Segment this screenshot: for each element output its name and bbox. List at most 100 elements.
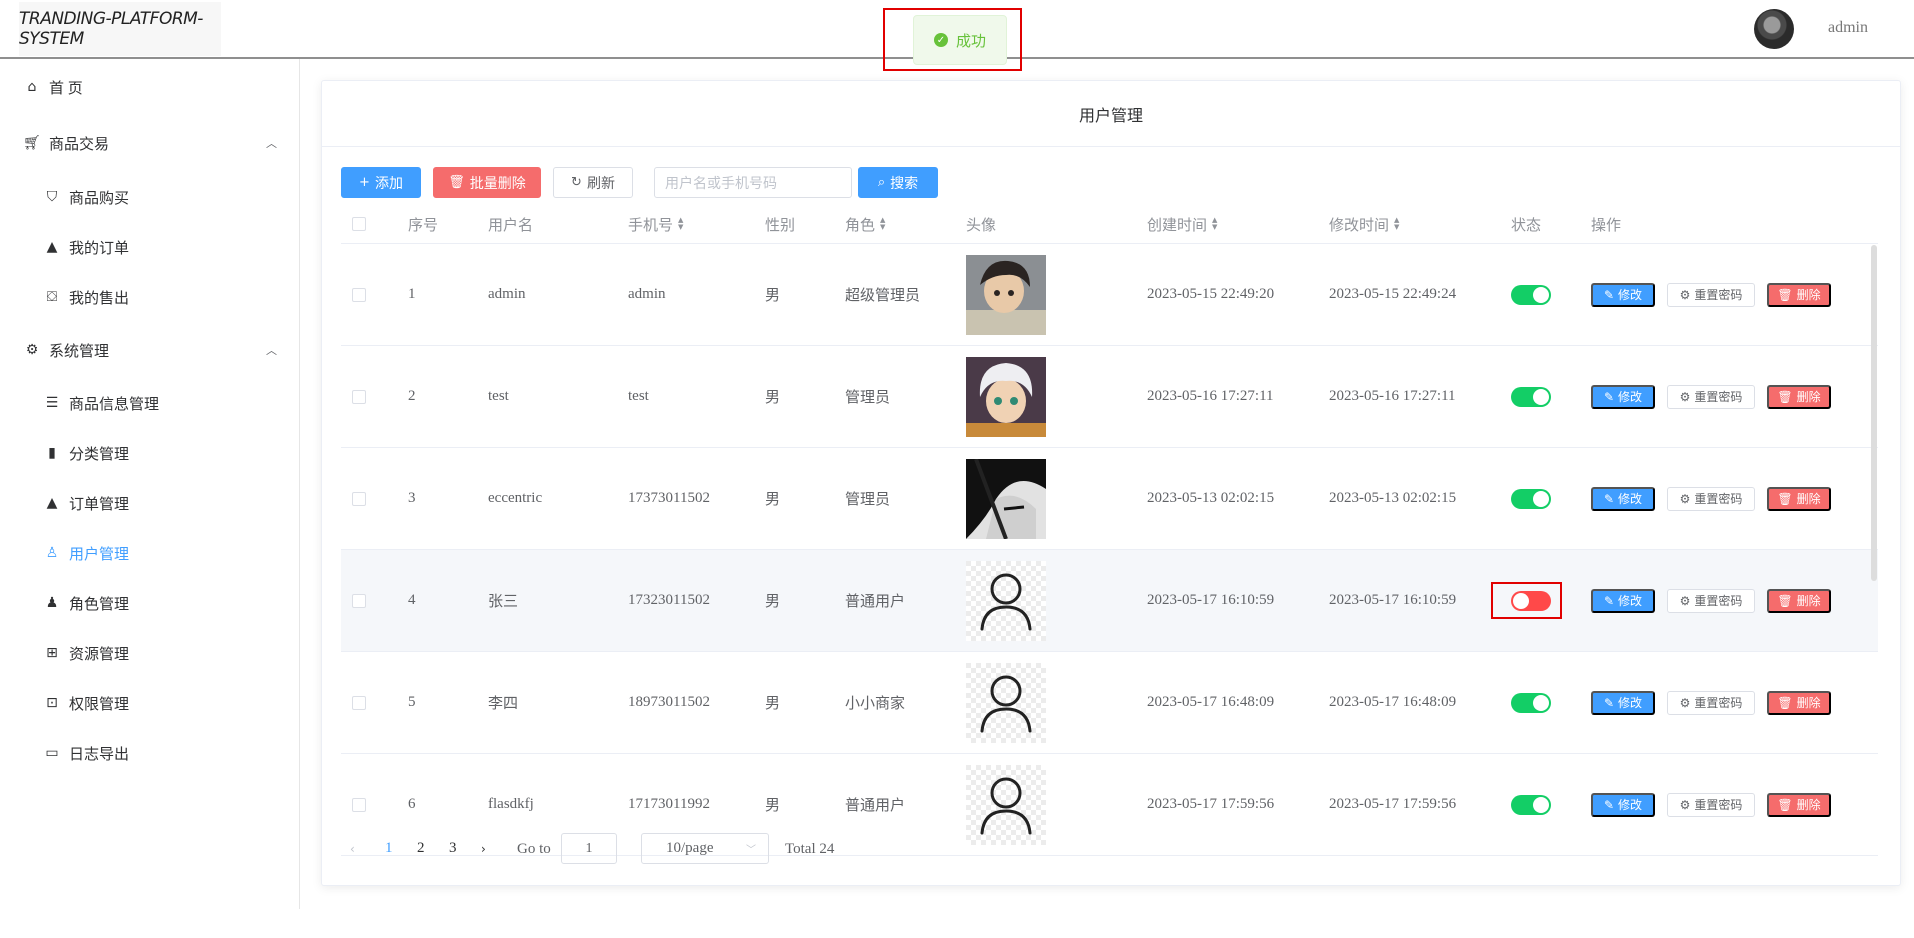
- page-1[interactable]: 1: [385, 840, 393, 857]
- sidebar-item-my-sales[interactable]: ⛋ 我的售出: [0, 277, 299, 317]
- refresh-icon: ↻: [571, 175, 582, 190]
- col-modified[interactable]: 修改时间 ▲ ▼: [1329, 214, 1399, 234]
- sort-icon[interactable]: ▲ ▼: [1212, 217, 1217, 231]
- table-row[interactable]: 4 张三 17323011502 男 普通用户 2023-05-17 16:10:59 20…: [341, 550, 1878, 652]
- edit-button[interactable]: ✎ 修改: [1591, 384, 1655, 409]
- gear-icon: ⚙: [1679, 593, 1691, 608]
- refresh-button[interactable]: ↻ 刷新: [553, 167, 633, 198]
- status-switch[interactable]: [1511, 244, 1551, 345]
- logo[interactable]: TRANDING-PLATFORM-SYSTEM: [19, 2, 221, 56]
- page-size-select[interactable]: 10/page ﹀: [641, 833, 769, 864]
- edit-button[interactable]: ✎ 修改: [1591, 690, 1655, 715]
- select-all-checkbox[interactable]: [352, 214, 366, 234]
- table-row[interactable]: 1 admin admin 男 超级管理员 2023-05-15 22:49:20 2023…: [341, 244, 1878, 346]
- search-input[interactable]: 用户名或手机号码: [654, 167, 852, 198]
- sidebar-item-system[interactable]: ⚙ 系统管理 ︿: [0, 330, 299, 370]
- col-role[interactable]: 角色 ▲ ▼: [845, 214, 885, 234]
- row-actions: ✎ 修改 ⚙ 重置密码 🗑︎ 删除: [1591, 346, 1831, 447]
- delete-label: 删除: [1796, 288, 1821, 302]
- trash-icon: 🗑︎: [1777, 797, 1793, 812]
- reset-password-button[interactable]: ⚙ 重置密码: [1667, 792, 1755, 817]
- sidebar-item-resources[interactable]: ⊞ 资源管理: [0, 633, 299, 673]
- folder-icon: ▭: [45, 745, 59, 761]
- row-checkbox[interactable]: [352, 550, 366, 651]
- edit-button[interactable]: ✎ 修改: [1591, 486, 1655, 511]
- edit-button[interactable]: ✎ 修改: [1591, 282, 1655, 307]
- col-created[interactable]: 创建时间 ▲ ▼: [1147, 214, 1217, 234]
- sidebar-item-users[interactable]: ♙ 用户管理: [0, 533, 299, 573]
- delete-button[interactable]: 🗑︎ 删除: [1767, 690, 1831, 715]
- col-actions: 操作: [1591, 217, 1622, 234]
- reset-label: 重置密码: [1694, 798, 1743, 812]
- status-switch[interactable]: [1511, 448, 1551, 549]
- delete-button[interactable]: 🗑︎ 删除: [1767, 588, 1831, 613]
- row-checkbox[interactable]: [352, 346, 366, 447]
- sort-icon[interactable]: ▲ ▼: [678, 217, 683, 231]
- sidebar-item-buy[interactable]: ⛉ 商品购买: [0, 177, 299, 217]
- row-role: 管理员: [845, 492, 891, 508]
- delete-button[interactable]: 🗑︎ 删除: [1767, 486, 1831, 511]
- page-2[interactable]: 2: [417, 840, 425, 857]
- row-checkbox[interactable]: [352, 244, 366, 345]
- table-row[interactable]: 3 eccentric 17373011502 男 管理员 2023-05-13 02:0…: [341, 448, 1878, 550]
- avatar[interactable]: [1754, 9, 1794, 49]
- search-label: 搜索: [890, 176, 919, 192]
- sidebar-item-permissions[interactable]: ⊡ 权限管理: [0, 683, 299, 723]
- edit-button[interactable]: ✎ 修改: [1591, 792, 1655, 817]
- edit-label: 修改: [1618, 492, 1643, 506]
- reset-password-button[interactable]: ⚙ 重置密码: [1667, 282, 1755, 307]
- sort-icon[interactable]: ▲ ▼: [880, 217, 885, 231]
- refresh-label: 刷新: [586, 176, 615, 192]
- row-checkbox[interactable]: [352, 652, 366, 753]
- delete-button[interactable]: 🗑︎ 删除: [1767, 384, 1831, 409]
- page-3[interactable]: 3: [449, 840, 457, 857]
- reset-password-button[interactable]: ⚙ 重置密码: [1667, 486, 1755, 511]
- edit-label: 修改: [1618, 696, 1643, 710]
- delete-button[interactable]: 🗑︎ 删除: [1767, 792, 1831, 817]
- home-icon: ⌂: [27, 79, 37, 95]
- status-switch[interactable]: [1511, 652, 1551, 753]
- edit-button[interactable]: ✎ 修改: [1591, 588, 1655, 613]
- row-avatar-image: [966, 244, 1046, 345]
- status-switch[interactable]: [1511, 346, 1551, 447]
- sidebar-item-label: 商品信息管理: [69, 396, 160, 413]
- prev-page-icon[interactable]: ‹: [350, 834, 355, 864]
- gear-icon: ⚙: [1679, 389, 1691, 404]
- add-button[interactable]: + 添加: [341, 167, 421, 198]
- sidebar-item-my-orders[interactable]: ▲ 我的订单: [0, 227, 299, 267]
- sidebar-item-product-info[interactable]: ☰ 商品信息管理: [0, 383, 299, 423]
- delete-button[interactable]: 🗑︎ 删除: [1767, 282, 1831, 307]
- trash-icon: 🗑︎: [1777, 695, 1793, 710]
- user-name[interactable]: admin: [1828, 19, 1868, 37]
- box-icon: ⊞: [46, 645, 58, 661]
- sidebar-item-roles[interactable]: ♟ 角色管理: [0, 583, 299, 623]
- reset-password-button[interactable]: ⚙ 重置密码: [1667, 384, 1755, 409]
- sort-icon[interactable]: ▲ ▼: [1394, 217, 1399, 231]
- sidebar-item-orders[interactable]: ▲ 订单管理: [0, 483, 299, 523]
- reset-password-button[interactable]: ⚙ 重置密码: [1667, 588, 1755, 613]
- status-switch[interactable]: [1511, 754, 1551, 855]
- table-scrollbar[interactable]: [1871, 245, 1877, 581]
- next-page-icon[interactable]: ›: [481, 834, 486, 864]
- row-checkbox[interactable]: [352, 448, 366, 549]
- row-avatar-image: [966, 652, 1046, 753]
- table-row[interactable]: 5 李四 18973011502 男 小小商家 2023-05-17 16:48:09 20…: [341, 652, 1878, 754]
- delete-label: 删除: [1796, 594, 1821, 608]
- row-phone: admin: [628, 286, 666, 302]
- search-button[interactable]: ⌕ 搜索: [858, 167, 938, 198]
- sidebar-item-home[interactable]: ⌂ 首 页: [0, 67, 299, 107]
- edit-label: 修改: [1618, 798, 1643, 812]
- row-modified: 2023-05-16 17:27:11: [1329, 388, 1456, 404]
- col-phone[interactable]: 手机号 ▲ ▼: [628, 214, 683, 234]
- sidebar-item-logs[interactable]: ▭ 日志导出: [0, 733, 299, 773]
- delete-label: 删除: [1796, 390, 1821, 404]
- total-count: Total 24: [785, 840, 835, 857]
- sidebar-item-category[interactable]: ▮ 分类管理: [0, 433, 299, 473]
- row-role: 小小商家: [845, 696, 906, 712]
- batch-delete-button[interactable]: 🗑︎ 批量删除: [433, 167, 541, 198]
- page-size-value: 10/page: [666, 840, 714, 856]
- reset-password-button[interactable]: ⚙ 重置密码: [1667, 690, 1755, 715]
- table-row[interactable]: 2 test test 男 管理员 2023-05-16 17:27:11 2023-05-…: [341, 346, 1878, 448]
- sidebar-item-trading[interactable]: 🛒︎ 商品交易 ︿: [0, 123, 299, 163]
- goto-input[interactable]: 1: [561, 833, 617, 864]
